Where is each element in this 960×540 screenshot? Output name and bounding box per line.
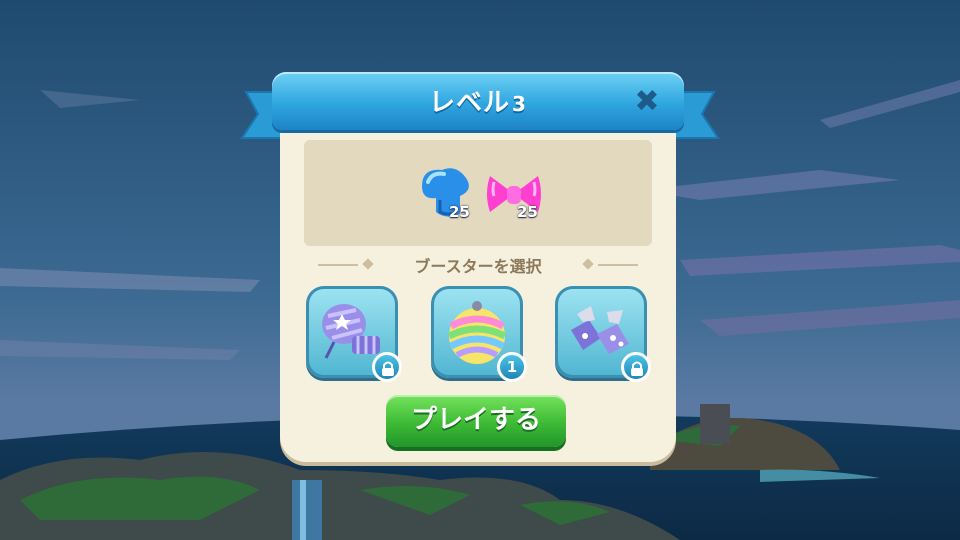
booster-slot-3[interactable] <box>555 286 651 382</box>
level-number: 3 <box>512 92 527 116</box>
close-button[interactable]: ✖ <box>630 83 664 119</box>
booster-count-badge: 1 <box>497 352 527 382</box>
divider-right <box>598 264 638 266</box>
locked-badge-1 <box>372 352 402 382</box>
booster-slot-1[interactable] <box>306 286 402 382</box>
level-goals-box <box>304 140 652 246</box>
select-booster-label: ブースターを選択 <box>414 257 542 276</box>
lock-icon <box>631 361 643 376</box>
close-icon: ✖ <box>634 83 660 119</box>
play-button[interactable]: プレイする <box>386 395 566 447</box>
locked-badge-3 <box>621 352 651 382</box>
dialog-title: レベル 3 <box>272 82 684 119</box>
dialog-title-text: レベル <box>429 88 511 118</box>
goal-count-blue: 25 <box>449 203 470 221</box>
lock-icon <box>382 361 394 376</box>
goal-count-pink: 25 <box>517 203 538 221</box>
booster-slot-2[interactable]: 1 <box>431 286 527 382</box>
dialog-header-ribbon: レベル 3 <box>272 72 684 130</box>
